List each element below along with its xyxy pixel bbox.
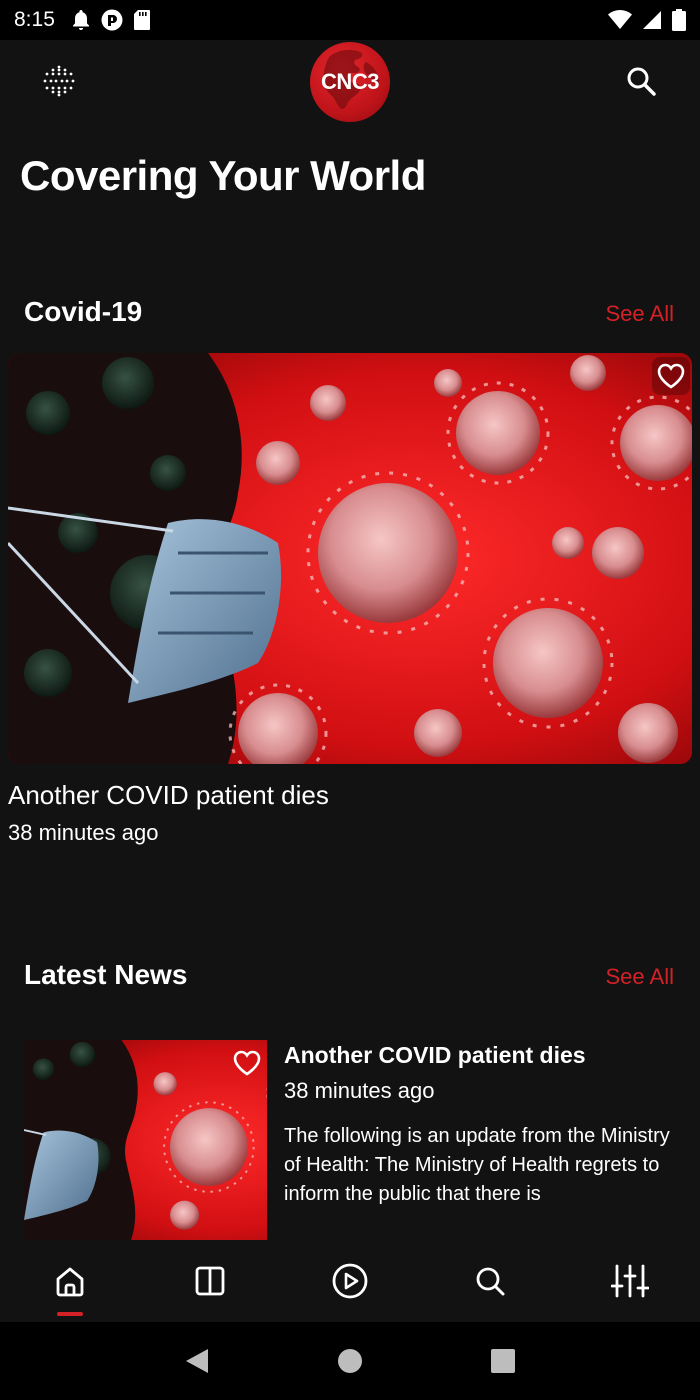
heart-icon — [657, 363, 685, 389]
news-thumbnail[interactable] — [24, 1040, 267, 1240]
menu-button[interactable] — [40, 62, 78, 100]
heart-icon — [233, 1050, 261, 1076]
sliders-icon — [611, 1264, 649, 1298]
signal-icon — [643, 11, 661, 29]
columns-icon — [195, 1266, 225, 1296]
recents-square-icon — [491, 1349, 516, 1373]
news-list-item[interactable]: Another COVID patient dies 38 minutes ag… — [24, 1040, 676, 1240]
status-bar: 8:15 — [0, 0, 700, 40]
battery-icon — [672, 9, 686, 31]
back-triangle-icon — [185, 1349, 208, 1373]
news-favorite-button[interactable] — [228, 1044, 266, 1082]
system-home-button[interactable] — [330, 1341, 370, 1381]
status-time: 8:15 — [14, 8, 55, 31]
status-left-icons — [71, 9, 151, 31]
latest-section-title: Latest News — [24, 959, 188, 990]
featured-favorite-button[interactable] — [652, 357, 690, 395]
system-navigation-bar — [0, 1322, 700, 1400]
home-circle-icon — [337, 1349, 362, 1373]
news-item-title[interactable]: Another COVID patient dies — [284, 1042, 586, 1069]
featured-article-image[interactable] — [8, 353, 692, 764]
nav-home[interactable] — [0, 1240, 140, 1322]
search-icon — [476, 1267, 505, 1296]
search-icon — [627, 67, 656, 96]
bottom-navigation — [0, 1240, 700, 1322]
logo-text: CNC3 — [321, 69, 379, 94]
virus-illustration — [8, 353, 692, 764]
cnc3-logo[interactable]: CNC3 — [310, 42, 390, 122]
nav-search[interactable] — [420, 1240, 560, 1322]
latest-section-header: Latest News See All — [24, 959, 674, 991]
app-badge-icon — [101, 9, 123, 31]
system-back-button[interactable] — [177, 1341, 217, 1381]
covid-section-title: Covid-19 — [24, 296, 143, 327]
news-item-time: 38 minutes ago — [284, 1078, 435, 1103]
nav-settings[interactable] — [560, 1240, 700, 1322]
dots-grid-icon — [43, 65, 75, 97]
active-nav-indicator — [57, 1312, 83, 1316]
status-right-icons — [608, 9, 686, 31]
nav-sections[interactable] — [140, 1240, 280, 1322]
play-icon — [332, 1263, 368, 1299]
wifi-icon — [608, 10, 632, 29]
covid-section-header: Covid-19 See All — [24, 296, 674, 328]
system-recents-button[interactable] — [483, 1341, 523, 1381]
header-search-button[interactable] — [622, 62, 660, 100]
covid-see-all-link[interactable]: See All — [606, 301, 675, 327]
sd-card-icon — [133, 10, 150, 30]
featured-article-title[interactable]: Another COVID patient dies — [8, 780, 329, 811]
bell-icon — [72, 10, 89, 30]
latest-see-all-link[interactable]: See All — [606, 964, 675, 990]
nav-video[interactable] — [280, 1240, 420, 1322]
featured-article-time: 38 minutes ago — [8, 820, 159, 845]
app-header: CNC3 — [0, 40, 700, 122]
page-title: Covering Your World — [20, 152, 426, 199]
news-item-excerpt: The following is an update from the Mini… — [284, 1125, 670, 1205]
home-icon — [56, 1267, 84, 1297]
